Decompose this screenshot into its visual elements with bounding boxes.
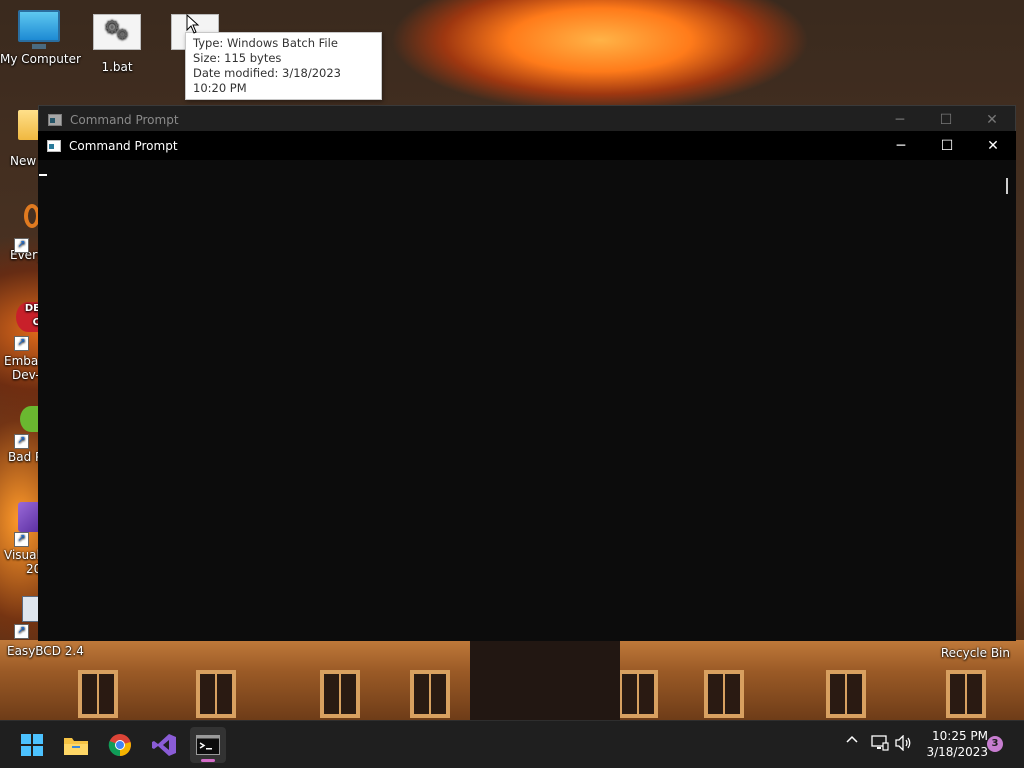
wallpaper-window: [78, 670, 118, 718]
shortcut-arrow-icon: ↗: [14, 624, 29, 639]
wallpaper-window: [618, 670, 658, 718]
wallpaper-window: [946, 670, 986, 718]
command-prompt-window[interactable]: Command Prompt ─ ☐ ✕: [38, 131, 1016, 641]
windows-logo-icon: [21, 734, 43, 756]
volume-icon[interactable]: [895, 734, 913, 755]
shortcut-arrow-icon: ↗: [14, 434, 29, 449]
taskbar-file-explorer[interactable]: [58, 727, 94, 763]
desktop-icon-label: Visual: [4, 548, 40, 562]
desktop-icon-new-folder[interactable]: New: [0, 110, 40, 168]
mouse-cursor-icon: [186, 13, 200, 37]
shortcut-arrow-icon: ↗: [14, 336, 29, 351]
monitor-icon: [18, 10, 60, 49]
window-title: Command Prompt: [69, 138, 178, 153]
desktop-icon-1-bat[interactable]: ⚙ ⚙ 1.bat: [92, 14, 142, 74]
window-titlebar[interactable]: Command Prompt ─ ☐ ✕: [39, 106, 1015, 133]
maximize-button[interactable]: ☐: [924, 131, 970, 160]
wallpaper-window: [320, 670, 360, 718]
desktop-icon-label: Bad P: [8, 450, 43, 464]
chrome-icon: [108, 734, 131, 757]
folder-icon: [18, 110, 40, 140]
console-area[interactable]: [38, 160, 1016, 641]
wallpaper-window: [704, 670, 744, 718]
desktop-icon-label: Dev-: [12, 368, 40, 382]
dev-cpp-icon: DE C: [16, 302, 40, 332]
clock-date: 3/18/2023: [926, 745, 988, 759]
wallpaper-figure: [470, 640, 620, 720]
visual-studio-icon: [152, 734, 176, 756]
file-tooltip: Type: Windows Batch File Size: 115 bytes…: [185, 32, 382, 100]
desktop-icon-label: New: [10, 154, 37, 168]
desktop-icon-label: Recycle Bin: [940, 646, 1010, 660]
desktop-icon-my-computer[interactable]: My Computer: [0, 10, 81, 66]
clock-time: 10:25 PM: [932, 729, 988, 743]
taskbar-chrome[interactable]: [102, 727, 138, 763]
wallpaper-window: [196, 670, 236, 718]
window-title: Command Prompt: [70, 112, 179, 127]
desktop-icon-visual-studio[interactable]: ↗ Visual 20: [0, 502, 41, 576]
show-hidden-icons-chevron-icon[interactable]: [845, 733, 859, 751]
wallpaper-window: [826, 670, 866, 718]
desktop-icon-label: My Computer: [0, 52, 81, 66]
terminal-icon: [47, 139, 61, 152]
active-app-indicator: [201, 759, 215, 762]
wallpaper-window: [410, 670, 450, 718]
tooltip-size: Size: 115 bytes: [193, 51, 282, 65]
desktop-icon-bad-piggies[interactable]: ↗ Bad P: [0, 406, 43, 464]
text-cursor: [39, 174, 47, 176]
minimize-button[interactable]: ─: [877, 106, 923, 133]
notification-badge[interactable]: 3: [987, 736, 1003, 752]
desktop-icon-everything[interactable]: ↗ Every: [0, 204, 44, 262]
close-button[interactable]: ✕: [970, 131, 1016, 160]
taskbar-command-prompt[interactable]: [190, 727, 226, 763]
desktop-icon-label: Embar: [4, 354, 44, 368]
visual-studio-icon: [18, 502, 40, 532]
shortcut-arrow-icon: ↗: [14, 238, 29, 253]
folder-icon: [64, 738, 88, 755]
desktop-icon-embarcadero-dev-cpp[interactable]: DE C ↗ Embar Dev-: [0, 302, 44, 382]
maximize-button[interactable]: ☐: [923, 106, 969, 133]
terminal-icon: [196, 735, 220, 755]
minimize-button[interactable]: ─: [878, 131, 924, 160]
shortcut-arrow-icon: ↗: [14, 532, 29, 547]
network-icon[interactable]: [871, 735, 889, 755]
tooltip-date-modified: Date modified: 3/18/2023 10:20 PM: [193, 66, 341, 95]
gear-icon: ⚙: [116, 27, 129, 43]
batch-file-icon: ⚙ ⚙: [93, 14, 141, 50]
desktop-icon-recycle-bin[interactable]: Recycle Bin: [940, 646, 1010, 660]
terminal-icon: [48, 113, 62, 126]
start-button[interactable]: [14, 727, 50, 763]
desktop-icon-label: EasyBCD 2.4: [7, 644, 84, 658]
taskbar-clock[interactable]: 10:25 PM 3/18/2023: [922, 728, 988, 760]
scrollbar-thumb[interactable]: [1006, 178, 1008, 194]
tooltip-type: Type: Windows Batch File: [193, 36, 338, 50]
desktop-icon-label: 1.bat: [101, 60, 133, 74]
window-titlebar[interactable]: Command Prompt ─ ☐ ✕: [38, 131, 1016, 160]
close-button[interactable]: ✕: [969, 106, 1015, 133]
taskbar-visual-studio[interactable]: [146, 727, 182, 763]
